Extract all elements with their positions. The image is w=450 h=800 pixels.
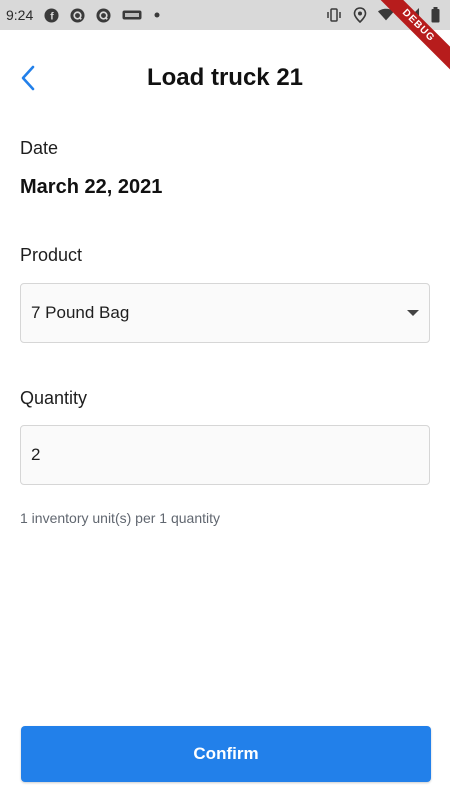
status-time: 9:24 bbox=[6, 7, 34, 23]
status-left: 9:24 f bbox=[6, 7, 161, 23]
facebook-icon: f bbox=[43, 7, 59, 23]
battery-icon bbox=[430, 7, 440, 23]
page-title: Load truck 21 bbox=[146, 64, 304, 91]
svg-text:f: f bbox=[50, 11, 54, 22]
confirm-button[interactable]: Confirm bbox=[21, 726, 431, 782]
signal-icon bbox=[404, 7, 420, 23]
status-right bbox=[326, 7, 440, 23]
app-bar: Load truck 21 bbox=[0, 30, 450, 130]
location-icon bbox=[352, 7, 368, 23]
q-app-icon bbox=[95, 7, 111, 23]
date-value: March 22, 2021 bbox=[20, 176, 163, 198]
product-label: Product bbox=[20, 245, 83, 265]
quantity-input[interactable]: 2 bbox=[20, 425, 430, 485]
product-selected-value: 7 Pound Bag bbox=[31, 303, 130, 322]
status-bar: 9:24 f bbox=[0, 0, 450, 30]
quantity-label: Quantity bbox=[20, 388, 88, 408]
product-dropdown[interactable]: 7 Pound Bag bbox=[20, 283, 430, 343]
sms-icon bbox=[121, 7, 143, 23]
q-app-icon bbox=[69, 7, 85, 23]
wifi-icon bbox=[378, 7, 394, 23]
date-label: Date bbox=[20, 138, 59, 158]
quantity-helper-text: 1 inventory unit(s) per 1 quantity bbox=[20, 510, 220, 526]
screen: 9:24 f DEBUG Load truck 21 Date March 22… bbox=[0, 0, 450, 800]
quantity-value: 2 bbox=[31, 445, 41, 464]
dropdown-arrow-icon bbox=[407, 310, 419, 316]
vibrate-icon bbox=[326, 7, 342, 23]
dot-icon bbox=[153, 7, 161, 23]
